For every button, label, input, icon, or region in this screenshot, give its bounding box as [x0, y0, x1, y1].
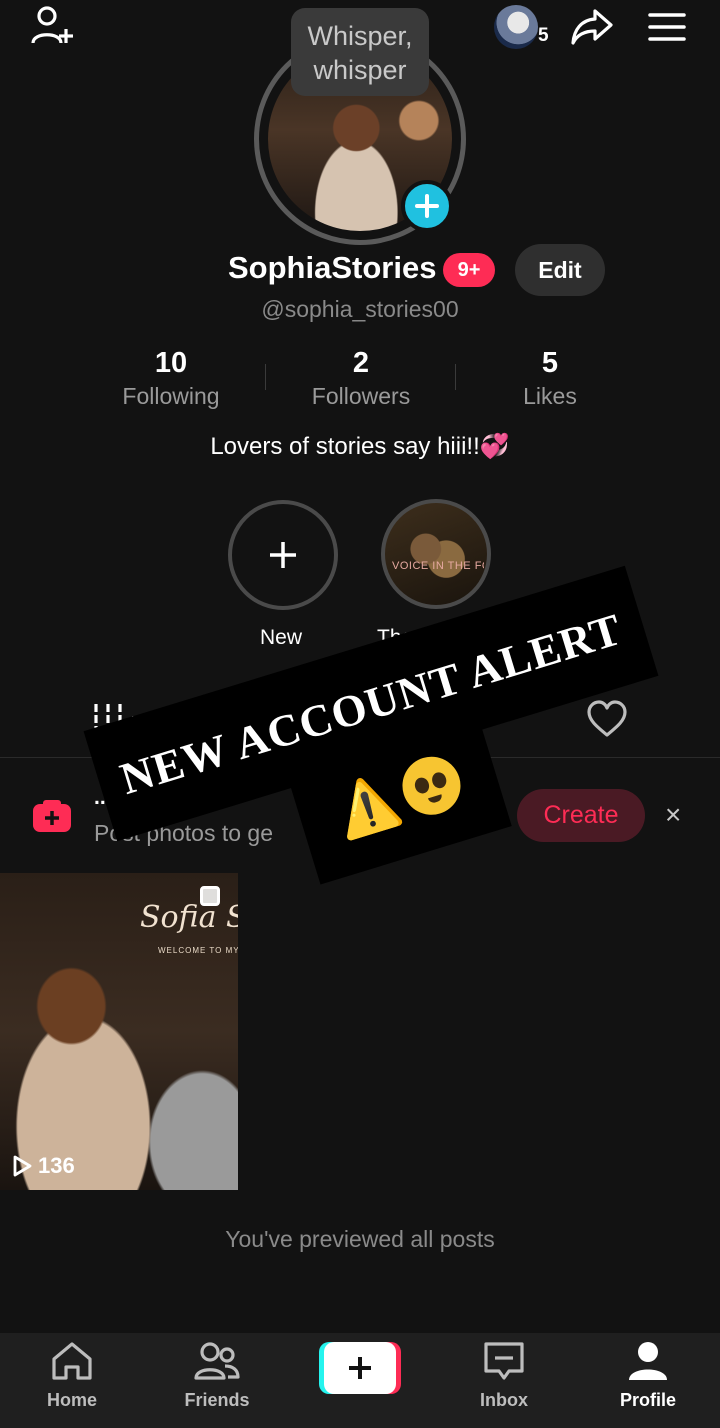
nav-inbox[interactable]: Inbox: [449, 1341, 559, 1411]
nav-profile[interactable]: Profile: [593, 1341, 703, 1411]
photo-post-icon: [200, 886, 220, 906]
new-highlight-button[interactable]: [228, 500, 338, 610]
inbox-icon: [484, 1342, 524, 1380]
stat-followers[interactable]: 2 Followers: [276, 346, 446, 412]
nav-label: Home: [46, 1390, 97, 1410]
plus-icon: [415, 194, 439, 218]
nav-label: Friends: [184, 1390, 250, 1410]
warning-icon: ⚠️: [328, 768, 407, 844]
heart-icon: [587, 700, 627, 737]
stat-value: 2: [352, 347, 370, 379]
plus-icon: [270, 542, 296, 568]
story-highlight[interactable]: [381, 499, 491, 609]
plus-icon: [349, 1357, 371, 1379]
tab-liked[interactable]: [586, 700, 628, 743]
share-button[interactable]: [570, 8, 614, 46]
nav-home[interactable]: Home: [17, 1341, 127, 1411]
bio: Lovers of stories say hiii!!💞: [210, 433, 510, 460]
photo-suggestion-icon: [31, 798, 73, 839]
nav-label: Profile: [619, 1390, 676, 1410]
whisper-tooltip[interactable]: Whisper, whisper: [291, 8, 429, 96]
view-count: 136: [38, 1153, 75, 1178]
add-friend-button[interactable]: [30, 6, 76, 46]
stat-divider: [265, 364, 266, 390]
nav-friends[interactable]: Friends: [162, 1341, 272, 1411]
add-photo-icon: [33, 800, 71, 832]
post-welcome-text: WELCOME TO MY WO: [158, 946, 238, 955]
play-icon: [13, 1155, 32, 1177]
menu-button[interactable]: [648, 12, 686, 42]
stat-label: Likes: [523, 383, 577, 409]
stat-value: 10: [154, 347, 188, 379]
end-of-posts-text: You've previewed all posts: [225, 1226, 495, 1252]
home-icon: [52, 1342, 92, 1380]
display-name: SophiaStories: [228, 250, 437, 285]
close-banner-button[interactable]: ×: [665, 800, 681, 830]
post-sign-text: Sofia Sto: [140, 900, 238, 935]
add-story-button[interactable]: [401, 180, 453, 232]
stat-label: Following: [122, 383, 220, 409]
profile-viewers-count: 5: [538, 25, 549, 46]
profile-icon: [629, 1342, 667, 1380]
notification-badge[interactable]: 9+: [443, 253, 495, 287]
stat-divider: [455, 364, 456, 390]
stat-label: Followers: [311, 383, 411, 409]
person-plus-icon: [31, 6, 73, 44]
stat-following[interactable]: 10 Following: [86, 346, 256, 412]
share-arrow-icon: [571, 9, 613, 45]
username-handle: @sophia_stories00: [261, 296, 459, 322]
edit-profile-button[interactable]: Edit: [515, 244, 605, 296]
nav-label: Inbox: [480, 1390, 528, 1410]
post-view-count: 136: [12, 1153, 75, 1179]
create-post-button[interactable]: [319, 1342, 401, 1394]
profile-viewers-avatar[interactable]: [494, 5, 538, 49]
story-cover-text: VOICE IN THE FO: [392, 560, 484, 572]
stat-likes[interactable]: 5 Likes: [465, 346, 635, 412]
create-button[interactable]: Create: [517, 789, 645, 842]
stat-value: 5: [541, 347, 559, 379]
pleading-face-icon: [395, 749, 469, 822]
hamburger-menu-icon: [648, 13, 686, 41]
friends-icon: [194, 1342, 240, 1380]
highlight-label-new: New: [260, 626, 303, 649]
